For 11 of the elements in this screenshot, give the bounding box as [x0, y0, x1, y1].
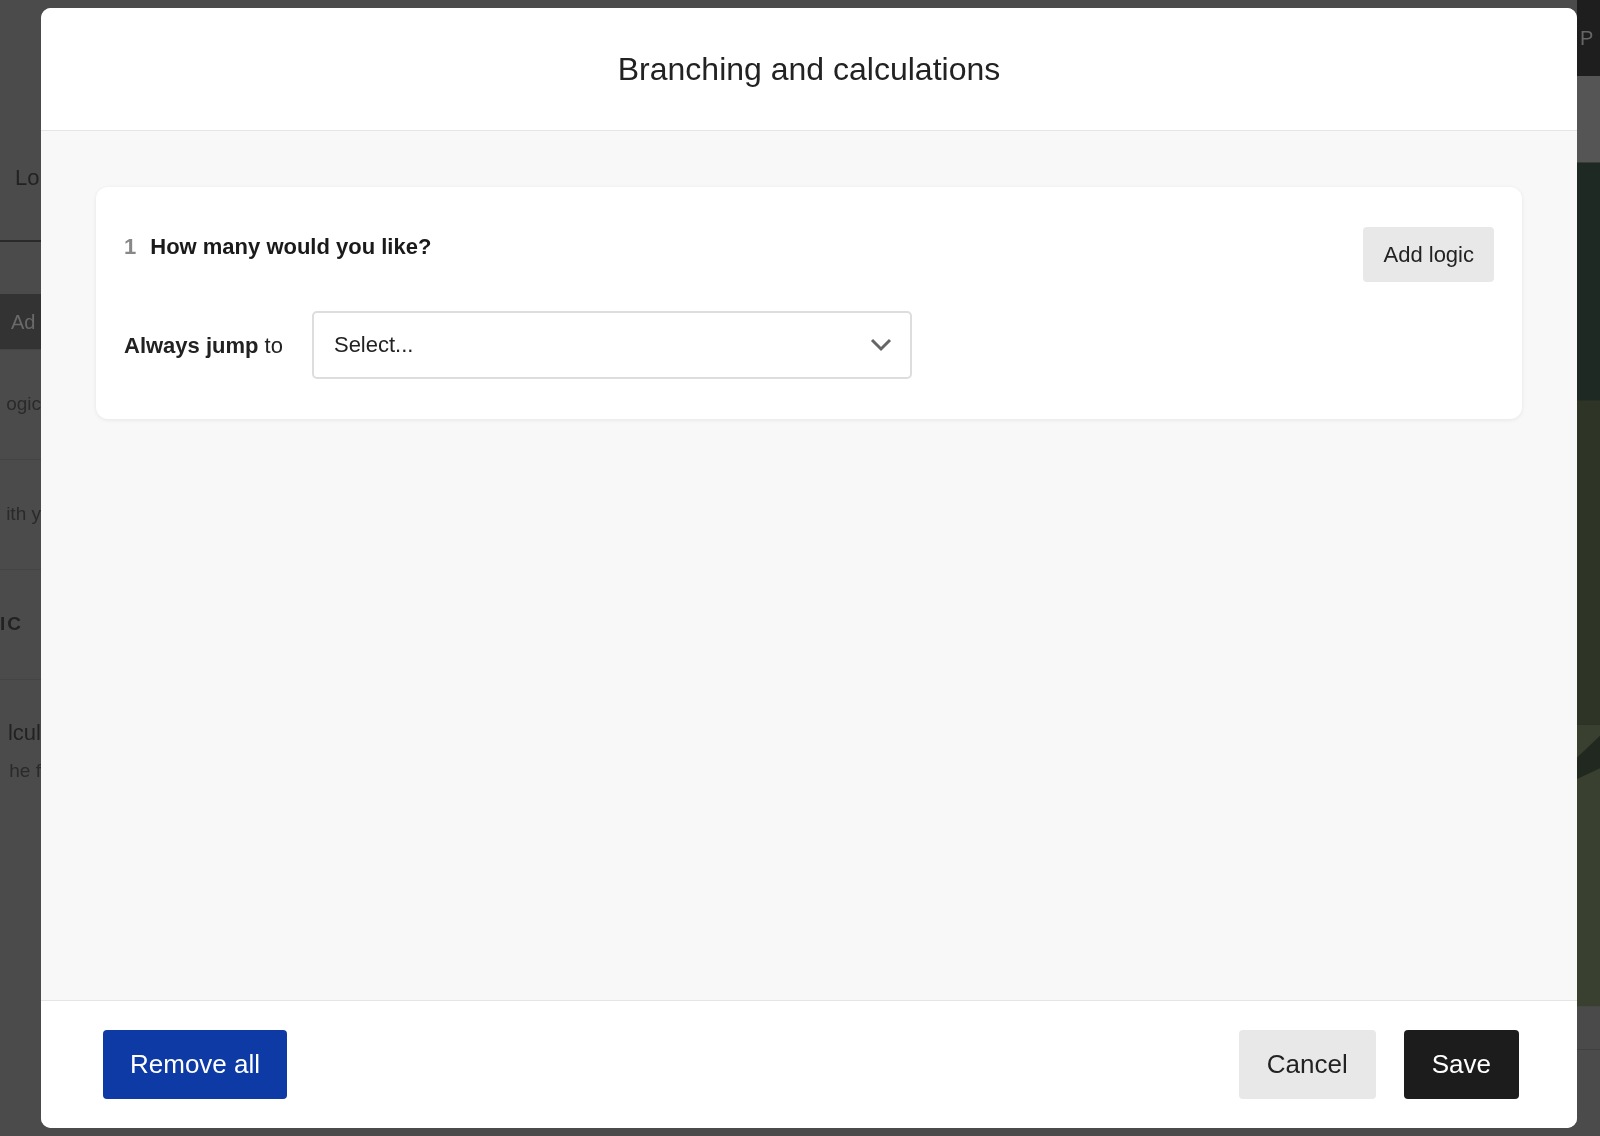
add-logic-button[interactable]: Add logic [1363, 227, 1494, 282]
header-bar: P [1577, 0, 1600, 76]
destination-select[interactable]: Select... [311, 311, 912, 379]
remove-all-button[interactable]: Remove all [103, 1030, 288, 1099]
question-text: How many would you like? [150, 233, 432, 261]
cancel-button[interactable]: Cancel [1238, 1030, 1376, 1099]
question-number: 1 [124, 233, 137, 261]
dialog-title: Branching and calculations [617, 50, 1001, 89]
chevron-down-icon [869, 338, 892, 352]
save-button[interactable]: Save [1403, 1030, 1519, 1099]
rule-label: Always jump to [124, 331, 283, 360]
